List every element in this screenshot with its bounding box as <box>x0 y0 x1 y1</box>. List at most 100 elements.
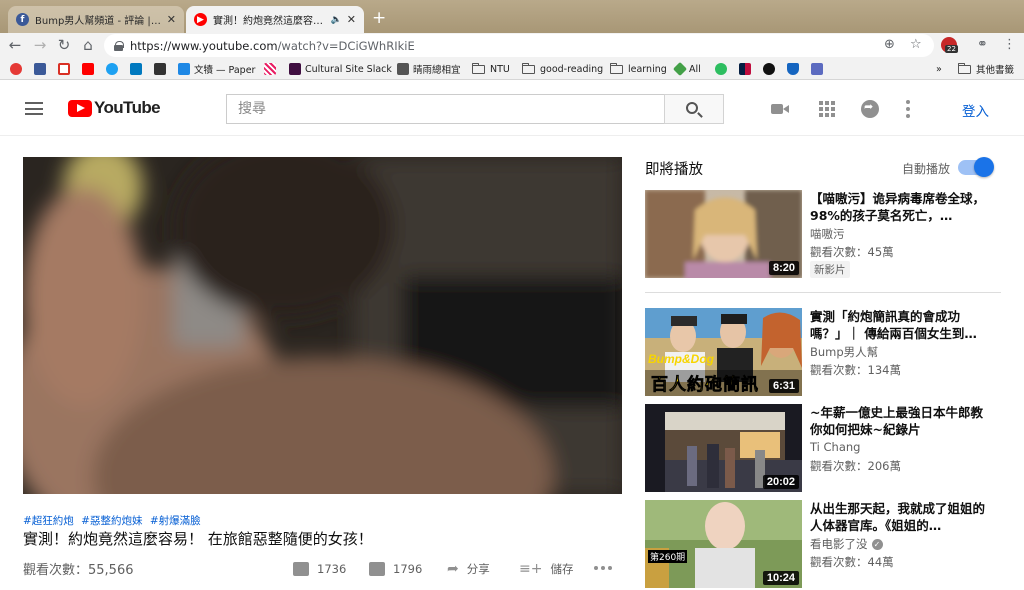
thumbs-up-icon <box>293 562 309 576</box>
video-title-link[interactable]: 【喵嗷污】诡异病毒席卷全球，98%的孩子莫名死亡，… <box>810 190 990 224</box>
bookmark-all[interactable]: All <box>672 61 701 77</box>
lock-icon <box>114 40 124 51</box>
browser-menu-icon[interactable]: ⋮ <box>1003 37 1016 53</box>
bookmark-folder-good-reading[interactable]: good-reading <box>522 62 603 76</box>
bookmark-gmail-icon[interactable] <box>58 62 74 76</box>
bookmark-youtube-icon[interactable] <box>82 62 98 76</box>
extension-icon[interactable]: ⚭ <box>977 37 988 53</box>
other-bookmarks-folder[interactable]: 其他書籤 <box>958 62 1014 76</box>
search-button[interactable] <box>664 94 724 124</box>
up-next-video-card[interactable]: 8:20 【喵嗷污】诡异病毒席卷全球，98%的孩子莫名死亡，… 喵嗷污 觀看次數… <box>645 190 1005 280</box>
bookmark-label: Cultural Site Slack <box>305 63 392 75</box>
bookmark-paper[interactable]: 文犢 — Paper <box>178 62 255 76</box>
browser-tab-strip: f Bump男人幫頻道 - 評論 | Facebook ✕ ▶ 實測！約炮竟然這… <box>0 0 1024 33</box>
browser-tab-facebook[interactable]: f Bump男人幫頻道 - 評論 | Facebook ✕ <box>8 6 184 33</box>
channel-name[interactable]: Bump男人幫 <box>810 344 878 360</box>
bookmark-label: 其他書籤 <box>976 65 1015 76</box>
search-input[interactable]: 搜尋 <box>226 94 664 124</box>
view-count: 觀看次數：134萬 <box>810 363 901 377</box>
video-title-link[interactable]: ~年薪一億史上最強日本牛郎教你如何把妹~紀錄片 <box>810 404 990 438</box>
channel-name[interactable]: Ti Chang <box>810 440 860 454</box>
thumbnail-brand-text: Bump&Dog <box>648 352 714 366</box>
bookmark-trello-icon[interactable] <box>130 62 146 76</box>
channel-name[interactable]: 喵嗷污 <box>810 226 845 242</box>
extension-badge-count: 22 <box>945 45 958 53</box>
bookmark-star-icon[interactable]: ☆ <box>910 37 922 53</box>
bookmark-calendar-icon[interactable] <box>811 62 827 76</box>
browser-toolbar: ← → ↻ ⌂ https://www.youtube.com/watch?v=… <box>0 33 1024 58</box>
url-host: https://www.youtube.com <box>130 38 278 53</box>
hashtag-link[interactable]: #射爆滿臉 <box>150 515 201 527</box>
autoplay-label: 自動播放 <box>902 162 951 176</box>
hamburger-menu-icon[interactable] <box>25 102 43 115</box>
video-title-link[interactable]: 實測「約炮簡訊真的會成功嗎？」｜ 傳給兩百個女生到… <box>810 308 990 342</box>
hashtag-link[interactable]: #惡整約炮妹 <box>81 515 142 527</box>
up-next-heading: 即將播放 <box>645 162 703 178</box>
speaker-icon[interactable]: 🔈 <box>331 15 342 25</box>
related-video-card[interactable]: 20:02 ~年薪一億史上最強日本牛郎教你如何把妹~紀錄片 Ti Chang 觀… <box>645 404 1005 494</box>
bookmark-facebook-icon[interactable] <box>34 62 50 76</box>
youtube-masthead: YouTube 搜尋 登入 <box>0 81 1024 136</box>
video-frame-image <box>23 157 622 494</box>
thumbnail-caption-text: 第260期 <box>648 550 688 563</box>
bookmark-twitter-icon[interactable] <box>106 62 122 76</box>
hashtags: #超狂約炮 #惡整約炮妹 #射爆滿臉 <box>23 513 205 528</box>
new-video-badge: 新影片 <box>810 261 850 278</box>
create-video-icon[interactable] <box>771 100 789 118</box>
hashtag-link[interactable]: #超狂約炮 <box>23 515 74 527</box>
search-icon <box>686 102 698 114</box>
video-thumbnail[interactable]: Bump&Dog 百人約砲簡訊 6:31 <box>645 308 802 396</box>
dislike-count: 1796 <box>393 562 423 576</box>
bookmark-evernote-icon[interactable] <box>715 62 731 76</box>
settings-more-icon[interactable] <box>906 100 912 118</box>
forward-arrow-icon[interactable]: → <box>31 36 49 54</box>
bookmark-cultural-site-slack[interactable]: Cultural Site Slack <box>289 62 392 76</box>
home-icon[interactable]: ⌂ <box>79 36 97 54</box>
view-count: 觀看次數：44萬 <box>810 555 894 569</box>
close-tab-icon[interactable]: ✕ <box>167 13 176 26</box>
bookmark-shield-icon[interactable] <box>787 62 803 76</box>
bookmark-medium-icon[interactable] <box>154 62 170 76</box>
thumbnail-caption-text: 百人約砲簡訊 <box>651 375 759 396</box>
extension-badge-icon[interactable]: 22 <box>941 37 958 53</box>
new-tab-button[interactable]: + <box>372 9 386 27</box>
close-tab-icon[interactable]: ✕ <box>347 13 356 26</box>
zoom-icon[interactable]: ⊕ <box>884 37 895 53</box>
youtube-play-logo-icon <box>68 99 92 117</box>
video-thumbnail[interactable]: 8:20 <box>645 190 802 278</box>
messages-icon[interactable] <box>861 100 879 118</box>
bookmark-pattern-icon[interactable] <box>264 62 280 76</box>
bookmark-qingyu[interactable]: 晴雨總相宜 <box>397 62 461 76</box>
bookmark-app-icon[interactable] <box>10 62 26 76</box>
more-actions-icon[interactable] <box>594 566 612 570</box>
bookmark-folder-learning[interactable]: learning <box>610 62 667 76</box>
back-arrow-icon[interactable]: ← <box>6 36 24 54</box>
youtube-logo[interactable]: YouTube <box>68 98 161 118</box>
folder-icon <box>522 62 535 74</box>
video-title: 實測！約炮竟然這麼容易！ 在旅館惡整隨便的女孩！ <box>23 530 373 548</box>
address-bar[interactable]: https://www.youtube.com/watch?v=DCiGWhRI… <box>104 34 934 57</box>
reload-icon[interactable]: ↻ <box>55 36 73 54</box>
video-thumbnail[interactable]: 20:02 <box>645 404 802 492</box>
bookmark-github-icon[interactable] <box>763 62 779 76</box>
apps-grid-icon[interactable] <box>818 100 836 118</box>
autoplay-toggle[interactable] <box>958 157 994 177</box>
related-video-card[interactable]: 第260期 10:24 从出生那天起，我就成了姐姐的人体器官库。《姐姐的… 看电… <box>645 500 1005 590</box>
video-title-link[interactable]: 从出生那天起，我就成了姐姐的人体器官库。《姐姐的… <box>810 500 990 534</box>
video-player[interactable] <box>23 157 622 494</box>
sign-in-button[interactable]: 登入 <box>962 100 989 120</box>
url-path: /watch?v=DCiGWhRIkiE <box>277 38 415 53</box>
bookmark-label: All <box>689 63 701 75</box>
video-duration: 6:31 <box>768 379 799 393</box>
view-count: 觀看次數：55,566 <box>23 563 134 578</box>
bookmarks-overflow-chevron-icon[interactable]: » <box>936 62 942 76</box>
related-video-card[interactable]: Bump&Dog 百人約砲簡訊 6:31 實測「約炮簡訊真的會成功嗎？」｜ 傳給… <box>645 308 1005 398</box>
folder-icon <box>472 62 485 74</box>
channel-name[interactable]: 看电影了没 ✓ <box>810 536 883 552</box>
facebook-favicon-icon: f <box>16 13 29 26</box>
video-duration: 10:24 <box>762 571 799 585</box>
bookmark-mlb-icon[interactable] <box>739 62 755 76</box>
folder-icon <box>610 62 623 74</box>
browser-tab-youtube[interactable]: ▶ 實測！約炮竟然這麼容易！ 在旅館惡整 🔈 ✕ <box>186 6 364 33</box>
bookmark-folder-ntu[interactable]: NTU <box>472 62 510 76</box>
